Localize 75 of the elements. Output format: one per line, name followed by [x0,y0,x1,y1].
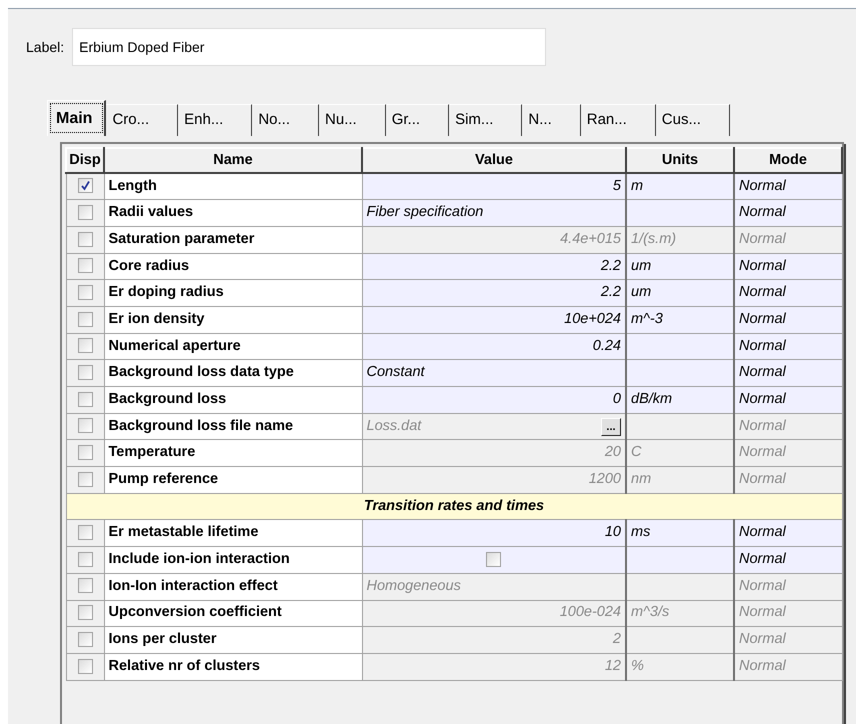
parameter-name: Include ion-ion interaction [108,551,290,568]
tab[interactable]: Nu... [319,104,386,136]
units-value: m^3/s [631,604,670,620]
parameter-name: Ions per cluster [108,631,216,648]
parameter-value: 2 [612,630,621,650]
parameter-value: 1200 [588,470,621,490]
parameter-name: Pump reference [108,471,218,488]
checkbox[interactable] [78,364,92,380]
tab[interactable]: Cro... [106,104,178,136]
column-header: Name [104,148,362,173]
parameter-value: Loss.dat [366,416,422,436]
column-header: Disp [66,148,104,173]
parameter-name: Length [108,178,157,194]
parameter-value: Fiber specification [366,203,484,222]
units-value: m^-3 [631,310,663,327]
units-value: C [631,444,642,460]
checkbox[interactable] [78,258,92,274]
parameter-value: 10 [604,523,621,542]
tab[interactable]: No... [252,104,320,136]
column-header: Units [626,148,734,173]
column-header: Value [362,148,626,173]
parameter-name: Radii values [108,204,194,220]
units-value: nm [631,471,652,488]
parameter-name: Ion-Ion interaction effect [108,578,278,594]
units-value: um [631,284,652,300]
checkbox[interactable] [78,204,92,220]
checkbox[interactable] [78,552,92,567]
checkbox[interactable] [78,178,92,194]
checkbox[interactable] [78,338,92,354]
label-text: Label: [26,38,64,56]
checkbox[interactable] [78,284,92,300]
tab[interactable]: N... [522,104,581,136]
parameter-name: Numerical aperture [108,338,241,354]
units-value: ms [631,524,650,540]
parameter-value: 2.2 [600,256,621,276]
parameter-value: 5 [612,176,621,196]
parameter-name: Er ion density [108,310,204,327]
parameter-name: Upconversion coefficient [108,604,282,620]
parameter-value: 4.4e+015 [560,230,621,249]
tab[interactable]: Enh... [178,104,252,136]
units-value: m [631,178,644,194]
section-header: Transition rates and times [66,493,842,520]
parameter-value: 20 [604,443,621,462]
parameter-value: 0 [612,390,621,409]
parameter-name: Er metastable lifetime [108,524,258,540]
parameter-name: Er doping radius [108,284,224,300]
tab[interactable]: Sim... [449,104,522,136]
tab[interactable]: Ran... [580,104,656,136]
tab[interactable]: Cus... [656,104,730,136]
parameter-value: 12 [604,656,621,676]
units-value: dB/km [631,390,672,407]
label-field[interactable]: Erbium Doped Fiber [72,28,546,66]
parameter-value: Constant [366,363,425,382]
tab[interactable]: Gr... [386,104,450,136]
column-header: Mode [734,148,842,173]
parameter-name: Saturation parameter [108,230,254,247]
parameter-value: 10e+024 [564,310,621,329]
parameter-value: 100e-024 [560,603,621,622]
parameter-name: Core radius [108,258,190,274]
checkbox[interactable] [78,525,92,540]
checkbox[interactable] [486,552,502,567]
parameter-value: 0.24 [592,336,621,356]
units-value: % [631,658,644,674]
tab[interactable]: Main [47,100,106,136]
parameter-name: Background loss [108,390,226,407]
units-value: um [631,258,652,274]
parameter-name: Temperature [108,444,196,460]
checkbox[interactable] [78,392,92,407]
checkbox[interactable] [78,312,92,327]
parameter-name: Relative nr of clusters [108,658,260,674]
parameter-name: Background loss file name [108,418,294,434]
parameter-value: Homogeneous [366,576,461,596]
parameter-name: Background loss data type [108,364,294,380]
parameter-value: 2.2 [600,283,621,302]
units-value: 1/(s.m) [631,230,676,247]
